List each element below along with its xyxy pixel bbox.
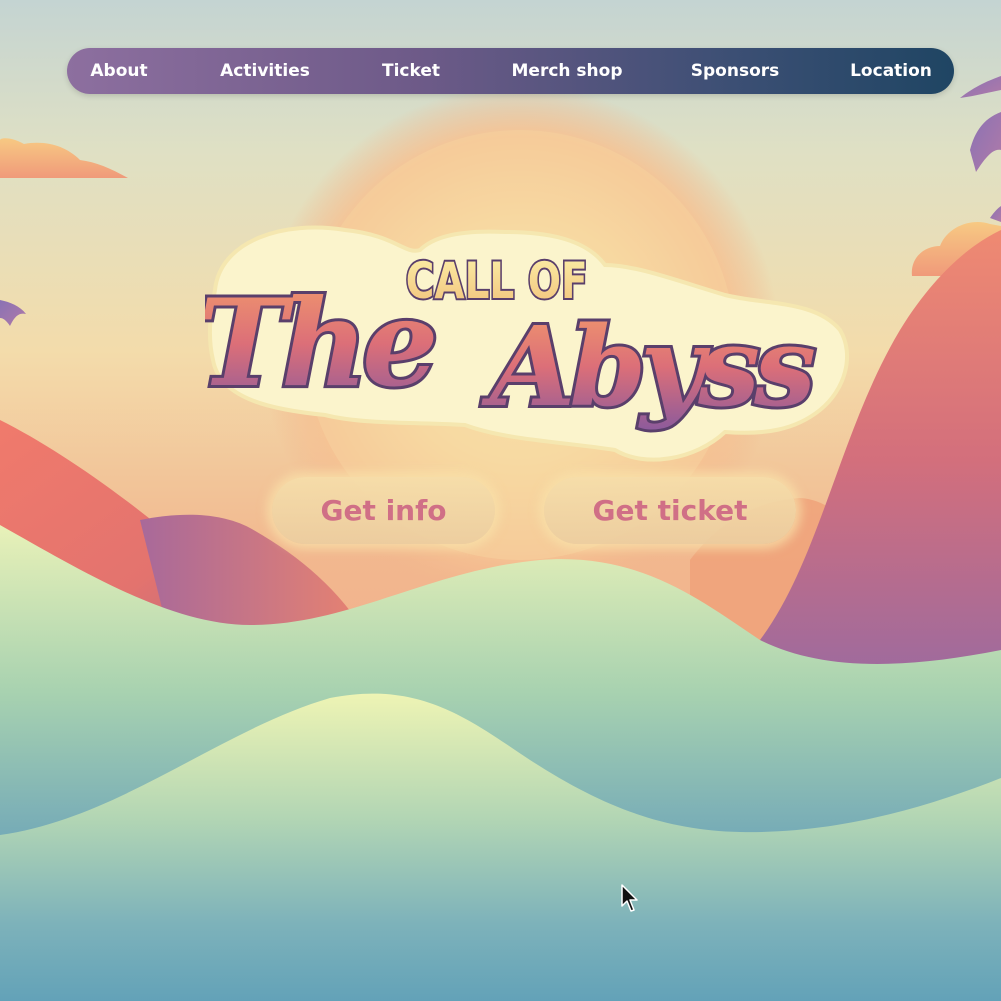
nav-item-about[interactable]: About: [90, 48, 147, 94]
nav-item-location[interactable]: Location: [850, 48, 932, 94]
nav-item-merch-shop[interactable]: Merch shop: [512, 48, 623, 94]
get-info-button[interactable]: Get info: [272, 477, 495, 544]
logo-abyss: Abyss: [481, 302, 814, 431]
nav-item-activities[interactable]: Activities: [220, 48, 310, 94]
mouse-cursor-icon: [621, 884, 638, 912]
get-ticket-button[interactable]: Get ticket: [544, 477, 796, 544]
background-scene: [0, 0, 1001, 1001]
page: About Activities Ticket Merch shop Spons…: [0, 0, 1001, 1001]
logo-the: The: [205, 273, 434, 414]
event-logo: CALL OF The Abyss: [205, 225, 850, 462]
nav-item-sponsors[interactable]: Sponsors: [691, 48, 780, 94]
main-navbar: About Activities Ticket Merch shop Spons…: [67, 48, 954, 94]
nav-item-ticket[interactable]: Ticket: [382, 48, 440, 94]
